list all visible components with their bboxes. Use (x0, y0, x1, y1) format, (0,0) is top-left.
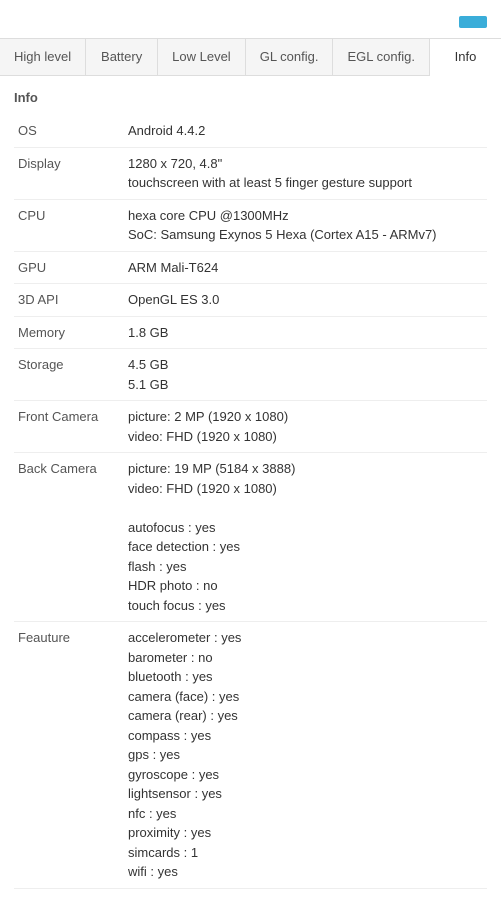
row-value: picture: 19 MP (5184 x 3888)video: FHD (… (124, 453, 487, 622)
row-key: 3D API (14, 284, 124, 317)
row-value: OpenGL ES 3.0 (124, 284, 487, 317)
info-table: OSAndroid 4.4.2Display1280 x 720, 4.8"to… (14, 115, 487, 889)
table-row: Storage4.5 GB5.1 GB (14, 349, 487, 401)
table-row: Display1280 x 720, 4.8"touchscreen with … (14, 147, 487, 199)
table-row: CPUhexa core CPU @1300MHzSoC: Samsung Ex… (14, 199, 487, 251)
tab-bar: High level Battery Low Level GL config. … (0, 38, 501, 76)
row-value: hexa core CPU @1300MHzSoC: Samsung Exyno… (124, 199, 487, 251)
table-row: GPUARM Mali-T624 (14, 251, 487, 284)
tab-low-level[interactable]: Low Level (158, 39, 246, 75)
table-row: Back Camerapicture: 19 MP (5184 x 3888)v… (14, 453, 487, 622)
row-key: Front Camera (14, 401, 124, 453)
row-value: ARM Mali-T624 (124, 251, 487, 284)
tab-battery[interactable]: Battery (86, 39, 158, 75)
section-label: Info (14, 90, 487, 105)
row-key: Storage (14, 349, 124, 401)
row-value: accelerometer : yesbarometer : nobluetoo… (124, 622, 487, 889)
table-row: Memory1.8 GB (14, 316, 487, 349)
page-header (0, 0, 501, 38)
row-key: Display (14, 147, 124, 199)
row-key: GPU (14, 251, 124, 284)
tab-gl-config[interactable]: GL config. (246, 39, 334, 75)
row-value: Android 4.4.2 (124, 115, 487, 147)
row-value: 1.8 GB (124, 316, 487, 349)
table-row: 3D APIOpenGL ES 3.0 (14, 284, 487, 317)
row-value: 4.5 GB5.1 GB (124, 349, 487, 401)
row-value: picture: 2 MP (1920 x 1080)video: FHD (1… (124, 401, 487, 453)
table-row: OSAndroid 4.4.2 (14, 115, 487, 147)
compare-button[interactable] (459, 16, 487, 28)
tab-high-level[interactable]: High level (0, 39, 86, 75)
tab-info[interactable]: Info (430, 39, 501, 76)
tab-egl-config[interactable]: EGL config. (333, 39, 429, 75)
table-row: Feautureaccelerometer : yesbarometer : n… (14, 622, 487, 889)
main-content: Info OSAndroid 4.4.2Display1280 x 720, 4… (0, 76, 501, 909)
row-key: Back Camera (14, 453, 124, 622)
row-key: CPU (14, 199, 124, 251)
row-value: 1280 x 720, 4.8"touchscreen with at leas… (124, 147, 487, 199)
table-row: Front Camerapicture: 2 MP (1920 x 1080)v… (14, 401, 487, 453)
row-key: Feauture (14, 622, 124, 889)
row-key: OS (14, 115, 124, 147)
row-key: Memory (14, 316, 124, 349)
